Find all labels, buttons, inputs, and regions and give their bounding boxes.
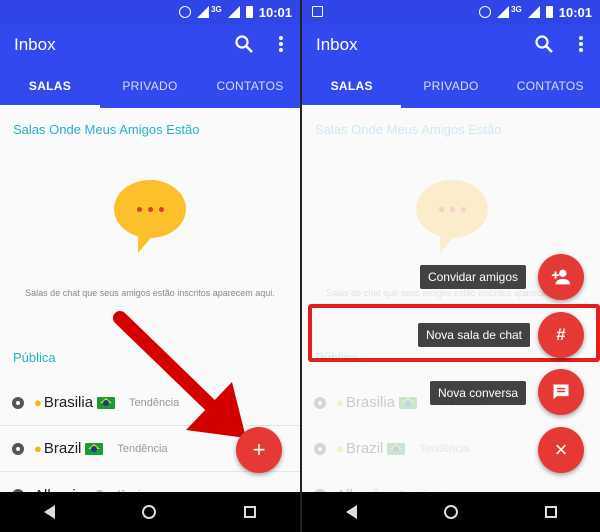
alarm-icon — [479, 6, 492, 18]
tab-contatos[interactable]: CONTATOS — [501, 64, 600, 108]
new-chat-room-label[interactable]: Nova sala de chat — [417, 323, 530, 347]
status-bar: 3G 10:01 — [302, 0, 600, 24]
invite-friends-button[interactable] — [538, 254, 584, 300]
tab-privado[interactable]: PRIVADO — [401, 64, 500, 108]
system-nav-bar — [0, 492, 300, 532]
new-conversation-label[interactable]: Nova conversa — [429, 381, 526, 405]
status-time: 10:01 — [558, 4, 592, 20]
image-icon — [312, 6, 323, 17]
tab-salas[interactable]: SALAS — [302, 64, 402, 108]
back-icon[interactable] — [43, 505, 55, 519]
add-fab-button[interactable]: + — [236, 427, 282, 473]
add-person-icon — [551, 269, 571, 285]
recent-apps-icon[interactable] — [544, 506, 557, 518]
app-title: Inbox — [316, 35, 358, 54]
message-icon — [553, 384, 569, 400]
new-chat-room-button[interactable]: # — [538, 312, 584, 358]
battery-icon — [545, 6, 553, 18]
screen-after: 3G 10:01 Inbox SALAS PRIVADO CONTATOS Sa… — [300, 0, 600, 532]
signal-icon — [527, 6, 540, 18]
screen-before: 3G 10:01 Inbox SALAS PRIVADO CONTATOS Sa… — [0, 0, 300, 532]
home-icon[interactable] — [142, 505, 157, 519]
close-fab-button[interactable]: × — [538, 427, 584, 473]
recent-apps-icon[interactable] — [244, 506, 257, 518]
system-nav-bar — [302, 492, 600, 532]
app-bar: Inbox — [302, 24, 600, 64]
more-options-icon[interactable] — [574, 36, 588, 52]
tab-bar: SALAS PRIVADO CONTATOS — [302, 64, 600, 108]
network-type: 3G — [511, 4, 522, 14]
invite-friends-label[interactable]: Convidar amigos — [419, 265, 526, 289]
wifi-icon — [497, 6, 510, 18]
home-icon[interactable] — [443, 505, 458, 519]
new-conversation-button[interactable] — [538, 369, 584, 415]
back-icon[interactable] — [345, 505, 357, 519]
search-icon[interactable] — [534, 34, 554, 54]
